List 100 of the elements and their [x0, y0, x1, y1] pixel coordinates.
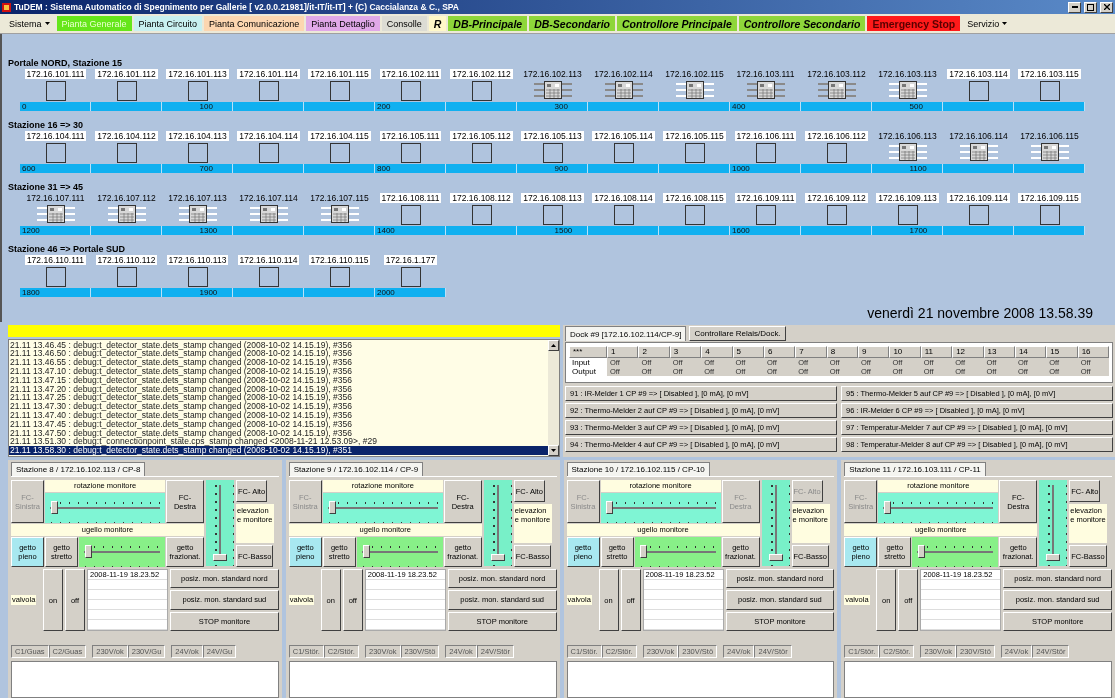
node-square-icon[interactable]	[116, 267, 137, 287]
slider-thumb[interactable]	[884, 501, 892, 514]
node-square-icon[interactable]	[826, 205, 847, 225]
up-arrow-icon[interactable]	[551, 343, 556, 347]
log-list[interactable]	[8, 338, 560, 457]
slider-thumb[interactable]	[768, 553, 783, 561]
minimize-button[interactable]	[1068, 1, 1081, 13]
node-square-icon[interactable]	[329, 143, 350, 163]
slider-thumb[interactable]	[918, 545, 926, 558]
nozzle-slider[interactable]	[356, 537, 443, 567]
slider-thumb[interactable]	[213, 553, 227, 561]
rotation-slider[interactable]	[878, 493, 999, 523]
close-button[interactable]	[1100, 1, 1113, 13]
menu-item[interactable]: DB-Secondario	[529, 16, 616, 31]
slider-thumb[interactable]	[640, 545, 648, 558]
elevation-slider[interactable]	[483, 480, 512, 566]
menu-item[interactable]: Controllore Secondario	[738, 16, 866, 31]
node-square-icon[interactable]	[187, 267, 208, 287]
log-line[interactable]: 21.11 13.46.45 : debug:t_detector_state.dets_stamp changed (2008-10-02 14.15.19), #356	[9, 340, 548, 350]
log-line[interactable]: 21.11 13.47.50 : debug:t_detector_state.dets_stamp changed (2008-10-02 14.15.19), #356	[9, 428, 548, 438]
node-square-icon[interactable]	[968, 81, 989, 101]
log-line[interactable]: 21.11 13.47.20 : debug:t_detector_state.dets_stamp changed (2008-10-02 14.15.19), #356	[9, 384, 548, 394]
node-square-icon[interactable]	[1039, 205, 1060, 225]
node-square-icon[interactable]	[613, 143, 634, 163]
node-label: 172.16.101.114	[237, 69, 300, 79]
slider-thumb[interactable]	[1046, 553, 1061, 561]
scrollbar[interactable]	[548, 339, 559, 456]
panel-tab[interactable]: Stazione 11 / 172.16.103.111 / CP-11	[844, 462, 986, 476]
scale-label: 100	[199, 102, 213, 111]
maximize-button[interactable]	[1084, 1, 1097, 13]
node-square-icon[interactable]	[471, 205, 492, 225]
node-square-icon[interactable]	[684, 205, 705, 225]
down-arrow-icon[interactable]	[551, 449, 556, 452]
node-square-icon[interactable]	[1039, 81, 1060, 101]
nozzle-slider[interactable]	[912, 537, 999, 567]
node-square-icon[interactable]	[826, 143, 847, 163]
node-square-icon[interactable]	[897, 205, 918, 225]
slider-thumb[interactable]	[490, 553, 505, 561]
node-label: 172.16.105.115	[663, 131, 726, 141]
dock-tab[interactable]: Dock #9 [172.16.102.114/CP-9]	[565, 326, 687, 341]
log-line[interactable]: 21.11 13.46.55 : debug:t_detector_state.dets_stamp changed (2008-10-02 14.15.19), #356	[9, 358, 548, 368]
node-square-icon[interactable]	[258, 143, 279, 163]
menu-item[interactable]: Consolle	[381, 16, 427, 31]
log-line[interactable]: 21.11 13.47.30 : debug:t_detector_state.dets_stamp changed (2008-10-02 14.15.19), #356	[9, 402, 548, 411]
menu-item[interactable]: Pianta Dettaglio	[306, 16, 380, 31]
node-square-icon[interactable]	[471, 81, 492, 101]
relay-check-button[interactable]: Controllare Relais/Dock.	[689, 326, 786, 341]
menu-item[interactable]: Controllore Principale	[617, 16, 737, 31]
menu-item[interactable]: R	[428, 16, 447, 31]
menu-item[interactable]: Pianta Circuito	[133, 16, 203, 31]
slider-thumb[interactable]	[362, 545, 370, 558]
slider-thumb[interactable]	[50, 501, 58, 514]
log-line[interactable]: 21.11 13.47.10 : debug:t_detector_state.dets_stamp changed (2008-10-02 14.15.19), #356	[9, 367, 548, 376]
node-square-icon[interactable]	[400, 205, 421, 225]
log-line[interactable]: 21.11 13.47.25 : debug:t_detector_state.dets_stamp changed (2008-10-02 14.15.19), #356	[9, 393, 548, 403]
log-line[interactable]: 21.11 13.47.40 : debug:t_detector_state.dets_stamp changed (2008-10-02 14.15.19), #356	[9, 411, 548, 420]
node-square-icon[interactable]	[187, 81, 208, 101]
log-line[interactable]: 21.11 13.46.50 : debug:t_detector_state.dets_stamp changed (2008-10-02 14.15.19), #356	[9, 349, 548, 359]
node-square-icon[interactable]	[329, 81, 350, 101]
node-label: 172.16.107.111	[25, 193, 86, 203]
elevation-slider[interactable]	[761, 480, 790, 566]
elevation-slider[interactable]	[1039, 480, 1068, 566]
node-square-icon[interactable]	[45, 143, 66, 163]
menu-item[interactable]: Pianta Comunicazione	[204, 16, 305, 31]
node-square-icon[interactable]	[755, 205, 776, 225]
elevation-slider[interactable]	[206, 480, 234, 566]
node-square-icon[interactable]	[116, 81, 137, 101]
node-square-icon[interactable]	[116, 143, 137, 163]
node-square-icon[interactable]	[329, 267, 350, 287]
node-square-icon[interactable]	[400, 81, 421, 101]
node-square-icon[interactable]	[258, 81, 279, 101]
node-square-icon[interactable]	[684, 143, 705, 163]
menu-item[interactable]: DB-Principale	[448, 16, 528, 31]
panel-tab[interactable]: Stazione 9 / 172.16.102.114 / CP-9	[288, 462, 424, 476]
log-line[interactable]: 21.11 13.51.30 : debug:t_connectionpoint_state.cps_stamp changed <2008-11-21 12.53.09>, #29	[9, 437, 548, 447]
node-square-icon[interactable]	[258, 267, 279, 287]
slider-thumb[interactable]	[84, 545, 92, 558]
node-square-icon[interactable]	[471, 143, 492, 163]
rotation-slider[interactable]	[600, 493, 721, 523]
log-line[interactable]: 21.11 13.47.15 : debug:t_detector_state.dets_stamp changed (2008-10-02 14.15.19), #356	[9, 375, 548, 385]
nozzle-slider[interactable]	[634, 537, 721, 567]
rotation-slider[interactable]	[45, 493, 165, 523]
node-square-icon[interactable]	[755, 143, 776, 163]
node-square-icon[interactable]	[187, 143, 208, 163]
nozzle-slider[interactable]	[79, 537, 165, 567]
slider-thumb[interactable]	[606, 501, 614, 514]
node-square-icon[interactable]	[45, 81, 66, 101]
panel-tab[interactable]: Stazione 8 / 172.16.102.113 / CP-8	[11, 462, 146, 476]
node-square-icon[interactable]	[542, 143, 563, 163]
node-square-icon[interactable]	[45, 267, 66, 287]
log-line[interactable]: 21.11 13.47.45 : debug:t_detector_state.dets_stamp changed (2008-10-02 14.15.19), #356	[9, 419, 548, 429]
panel-tab[interactable]: Stazione 10 / 172.16.102.115 / CP-10	[566, 462, 710, 476]
node-square-icon[interactable]	[613, 205, 634, 225]
node-square-icon[interactable]	[968, 205, 989, 225]
menu-item[interactable]: Emergency Stop	[867, 16, 961, 31]
node-square-icon[interactable]	[542, 205, 563, 225]
rotation-slider[interactable]	[322, 493, 443, 523]
node-square-icon[interactable]	[400, 267, 421, 287]
node-square-icon[interactable]	[400, 143, 421, 163]
slider-thumb[interactable]	[328, 501, 336, 514]
